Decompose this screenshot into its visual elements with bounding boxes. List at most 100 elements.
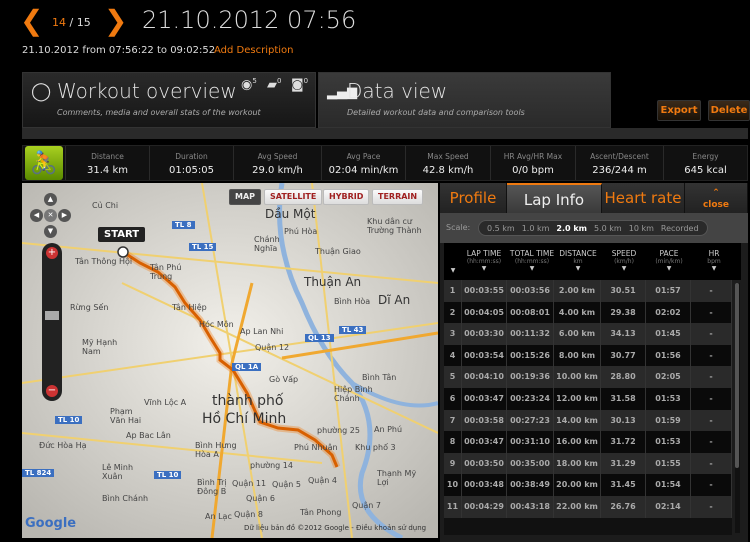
map-place-label: An Phú [374, 425, 403, 434]
column-lap-time[interactable]: LAP TIME (hh:mm:ss) ▼ [462, 249, 506, 272]
table-cell: 00:43:18 [507, 495, 554, 518]
delete-button[interactable]: Delete [708, 100, 750, 121]
table-cell: 00:23:24 [507, 387, 554, 410]
table-row[interactable]: 9 00:03:50 00:35:00 18.00 km 31.29 01:55- [444, 452, 732, 475]
map-attribution[interactable]: Dữ liệu bản đồ ©2012 Google - Điều khoản… [244, 524, 426, 532]
road-label: TL 43 [339, 326, 367, 334]
tab-workout-overview[interactable]: ◯ Workout overview Comments, media and o… [22, 72, 316, 128]
map-type-terrain-button[interactable]: TERRAIN [372, 189, 424, 205]
table-cell: 01:56 [646, 344, 691, 367]
table-row[interactable]: 1 00:03:55 00:03:56 2.00 km 30.51 01:57- [444, 280, 732, 302]
table-row[interactable]: 4 00:03:54 00:15:26 8.00 km 30.77 01:56- [444, 344, 732, 367]
table-cell: 00:03:30 [462, 323, 507, 345]
workout-counter: 14 / 15 [52, 16, 91, 29]
map-place-label: Bình Tân [362, 373, 397, 382]
table-cell: 00:03:54 [462, 344, 507, 367]
map-type-hybrid-button[interactable]: HYBRID [323, 189, 370, 205]
map-place-label: Gò Vấp [269, 375, 299, 384]
table-cell: 4.00 km [554, 301, 601, 324]
eye-icon[interactable]: ◉5 [241, 77, 257, 92]
sort-lap-button[interactable]: ▼ [448, 267, 458, 274]
map-type-satellite-button[interactable]: SATELLITE [264, 189, 323, 205]
scale-option[interactable]: 1.0 km [522, 224, 550, 233]
map-place-label: Tân Phong [300, 508, 342, 517]
next-workout-button[interactable]: ❯ [104, 4, 127, 37]
stat-energy: Energy 645 kcal [663, 146, 747, 180]
pan-left-icon[interactable]: ◀ [30, 209, 43, 222]
tab-profile[interactable]: Profile [440, 183, 507, 213]
map-type-map-button[interactable]: MAP [229, 189, 262, 205]
column-pace[interactable]: PACE (min/km) ▼ [644, 249, 694, 272]
column-hr[interactable]: HR bpm ▼ [694, 249, 734, 272]
pan-up-icon[interactable]: ▲ [44, 193, 57, 206]
previous-workout-button[interactable]: ❮ [20, 4, 43, 37]
table-cell: 34.13 [601, 323, 646, 345]
zoom-out-icon[interactable]: − [46, 385, 58, 397]
zoom-handle[interactable] [45, 311, 59, 320]
scale-option[interactable]: 5.0 km [594, 224, 622, 233]
map-pan-control[interactable]: ▲ ◀ ✕ ▶ ▼ [28, 193, 74, 239]
scrollbar[interactable] [735, 283, 740, 533]
map-place-label: Quận 6 [246, 494, 275, 503]
table-cell: 00:03:47 [462, 387, 507, 410]
map-place-label: Quận 7 [352, 501, 381, 510]
table-row[interactable]: 6 00:03:47 00:23:24 12.00 km 31.58 01:53- [444, 387, 732, 410]
table-row[interactable]: 2 00:04:05 00:08:01 4.00 km 29.38 02:02- [444, 301, 732, 324]
add-description-link[interactable]: Add Description [214, 45, 294, 56]
map-place-label: Phạm Văn Hai [110, 407, 142, 425]
table-cell: 1 [444, 280, 462, 302]
table-cell: 16.00 km [554, 431, 601, 453]
tab-lap-info[interactable]: Lap Info [507, 183, 602, 213]
page-title: 21.10.2012 07:56 [142, 6, 357, 34]
tab-strip [22, 128, 748, 139]
scrollbar-thumb[interactable] [735, 283, 739, 468]
camera-icon[interactable]: ◙0 [291, 77, 308, 92]
map-place-label: Tân Hiệp [172, 303, 207, 312]
table-row[interactable]: 8 00:03:47 00:31:10 16.00 km 31.72 01:53- [444, 431, 732, 453]
scale-option[interactable]: 10 km [629, 224, 654, 233]
column-total-time[interactable]: TOTAL TIME (hh:mm:ss) ▼ [506, 249, 558, 272]
scale-option[interactable]: 0.5 km [487, 224, 515, 233]
close-panel-button[interactable]: ⌃ close [685, 183, 748, 213]
tab-data-view[interactable]: ▂▄▆ Data view Detailed workout data and … [318, 72, 611, 128]
start-label: START [98, 227, 146, 242]
table-cell: - [691, 495, 732, 518]
zoom-slider[interactable]: + − [42, 243, 62, 401]
map-place-label: Dầu Một [265, 207, 316, 221]
export-button[interactable]: Export [657, 100, 701, 121]
table-cell: 4 [444, 344, 462, 367]
table-row[interactable]: 11 00:04:29 00:43:18 22.00 km 26.76 02:14- [444, 495, 732, 518]
stat-avg-speed: Avg Speed 29.0 km/h [233, 146, 321, 180]
map-place-label: Quận 4 [308, 476, 337, 485]
route-map[interactable]: Củ Chi Dầu Một Phú Hòa Chánh Nghĩa Thuận… [22, 183, 438, 538]
table-cell: 10.00 km [554, 366, 601, 388]
google-logo: Google [25, 516, 77, 531]
column-speed[interactable]: SPEED (km/h) ▼ [599, 249, 649, 272]
map-place-label: phường 14 [250, 461, 293, 470]
close-label: close [702, 200, 730, 210]
table-row[interactable]: 5 00:04:10 00:19:36 10.00 km 28.80 02:05- [444, 366, 732, 388]
table-cell: 00:31:10 [507, 431, 554, 453]
zoom-in-icon[interactable]: + [46, 247, 58, 259]
table-row[interactable]: 3 00:03:30 00:11:32 6.00 km 34.13 01:45- [444, 323, 732, 345]
table-row[interactable]: 7 00:03:58 00:27:23 14.00 km 30.13 01:59- [444, 409, 732, 432]
road-label: TL 8 [172, 221, 195, 229]
table-cell: 31.45 [601, 474, 646, 496]
table-cell: 29.38 [601, 301, 646, 324]
chevron-up-icon: ⌃ [712, 188, 720, 198]
scale-option[interactable]: 2.0 km [556, 224, 587, 233]
pan-down-icon[interactable]: ▼ [44, 225, 57, 238]
table-cell: 00:19:36 [507, 366, 554, 388]
road-label: TL 10 [154, 471, 182, 479]
table-row[interactable]: 10 00:03:48 00:38:49 20.00 km 31.45 01:54- [444, 474, 732, 496]
column-distance[interactable]: DISTANCE km ▼ [557, 249, 599, 272]
map-place-label: Hiệp Bình Chánh [334, 385, 373, 403]
tab-heart-rate[interactable]: Heart rate [602, 183, 685, 213]
scale-option[interactable]: Recorded [661, 224, 699, 233]
workout-time-range: 21.10.2012 from 07:56:22 to 09:02:52 [22, 45, 216, 56]
comment-icon[interactable]: ▰0 [267, 77, 281, 92]
pan-center-icon[interactable]: ✕ [44, 209, 57, 222]
table-cell: 30.13 [601, 409, 646, 432]
table-cell: 00:27:23 [507, 409, 554, 432]
pan-right-icon[interactable]: ▶ [58, 209, 71, 222]
